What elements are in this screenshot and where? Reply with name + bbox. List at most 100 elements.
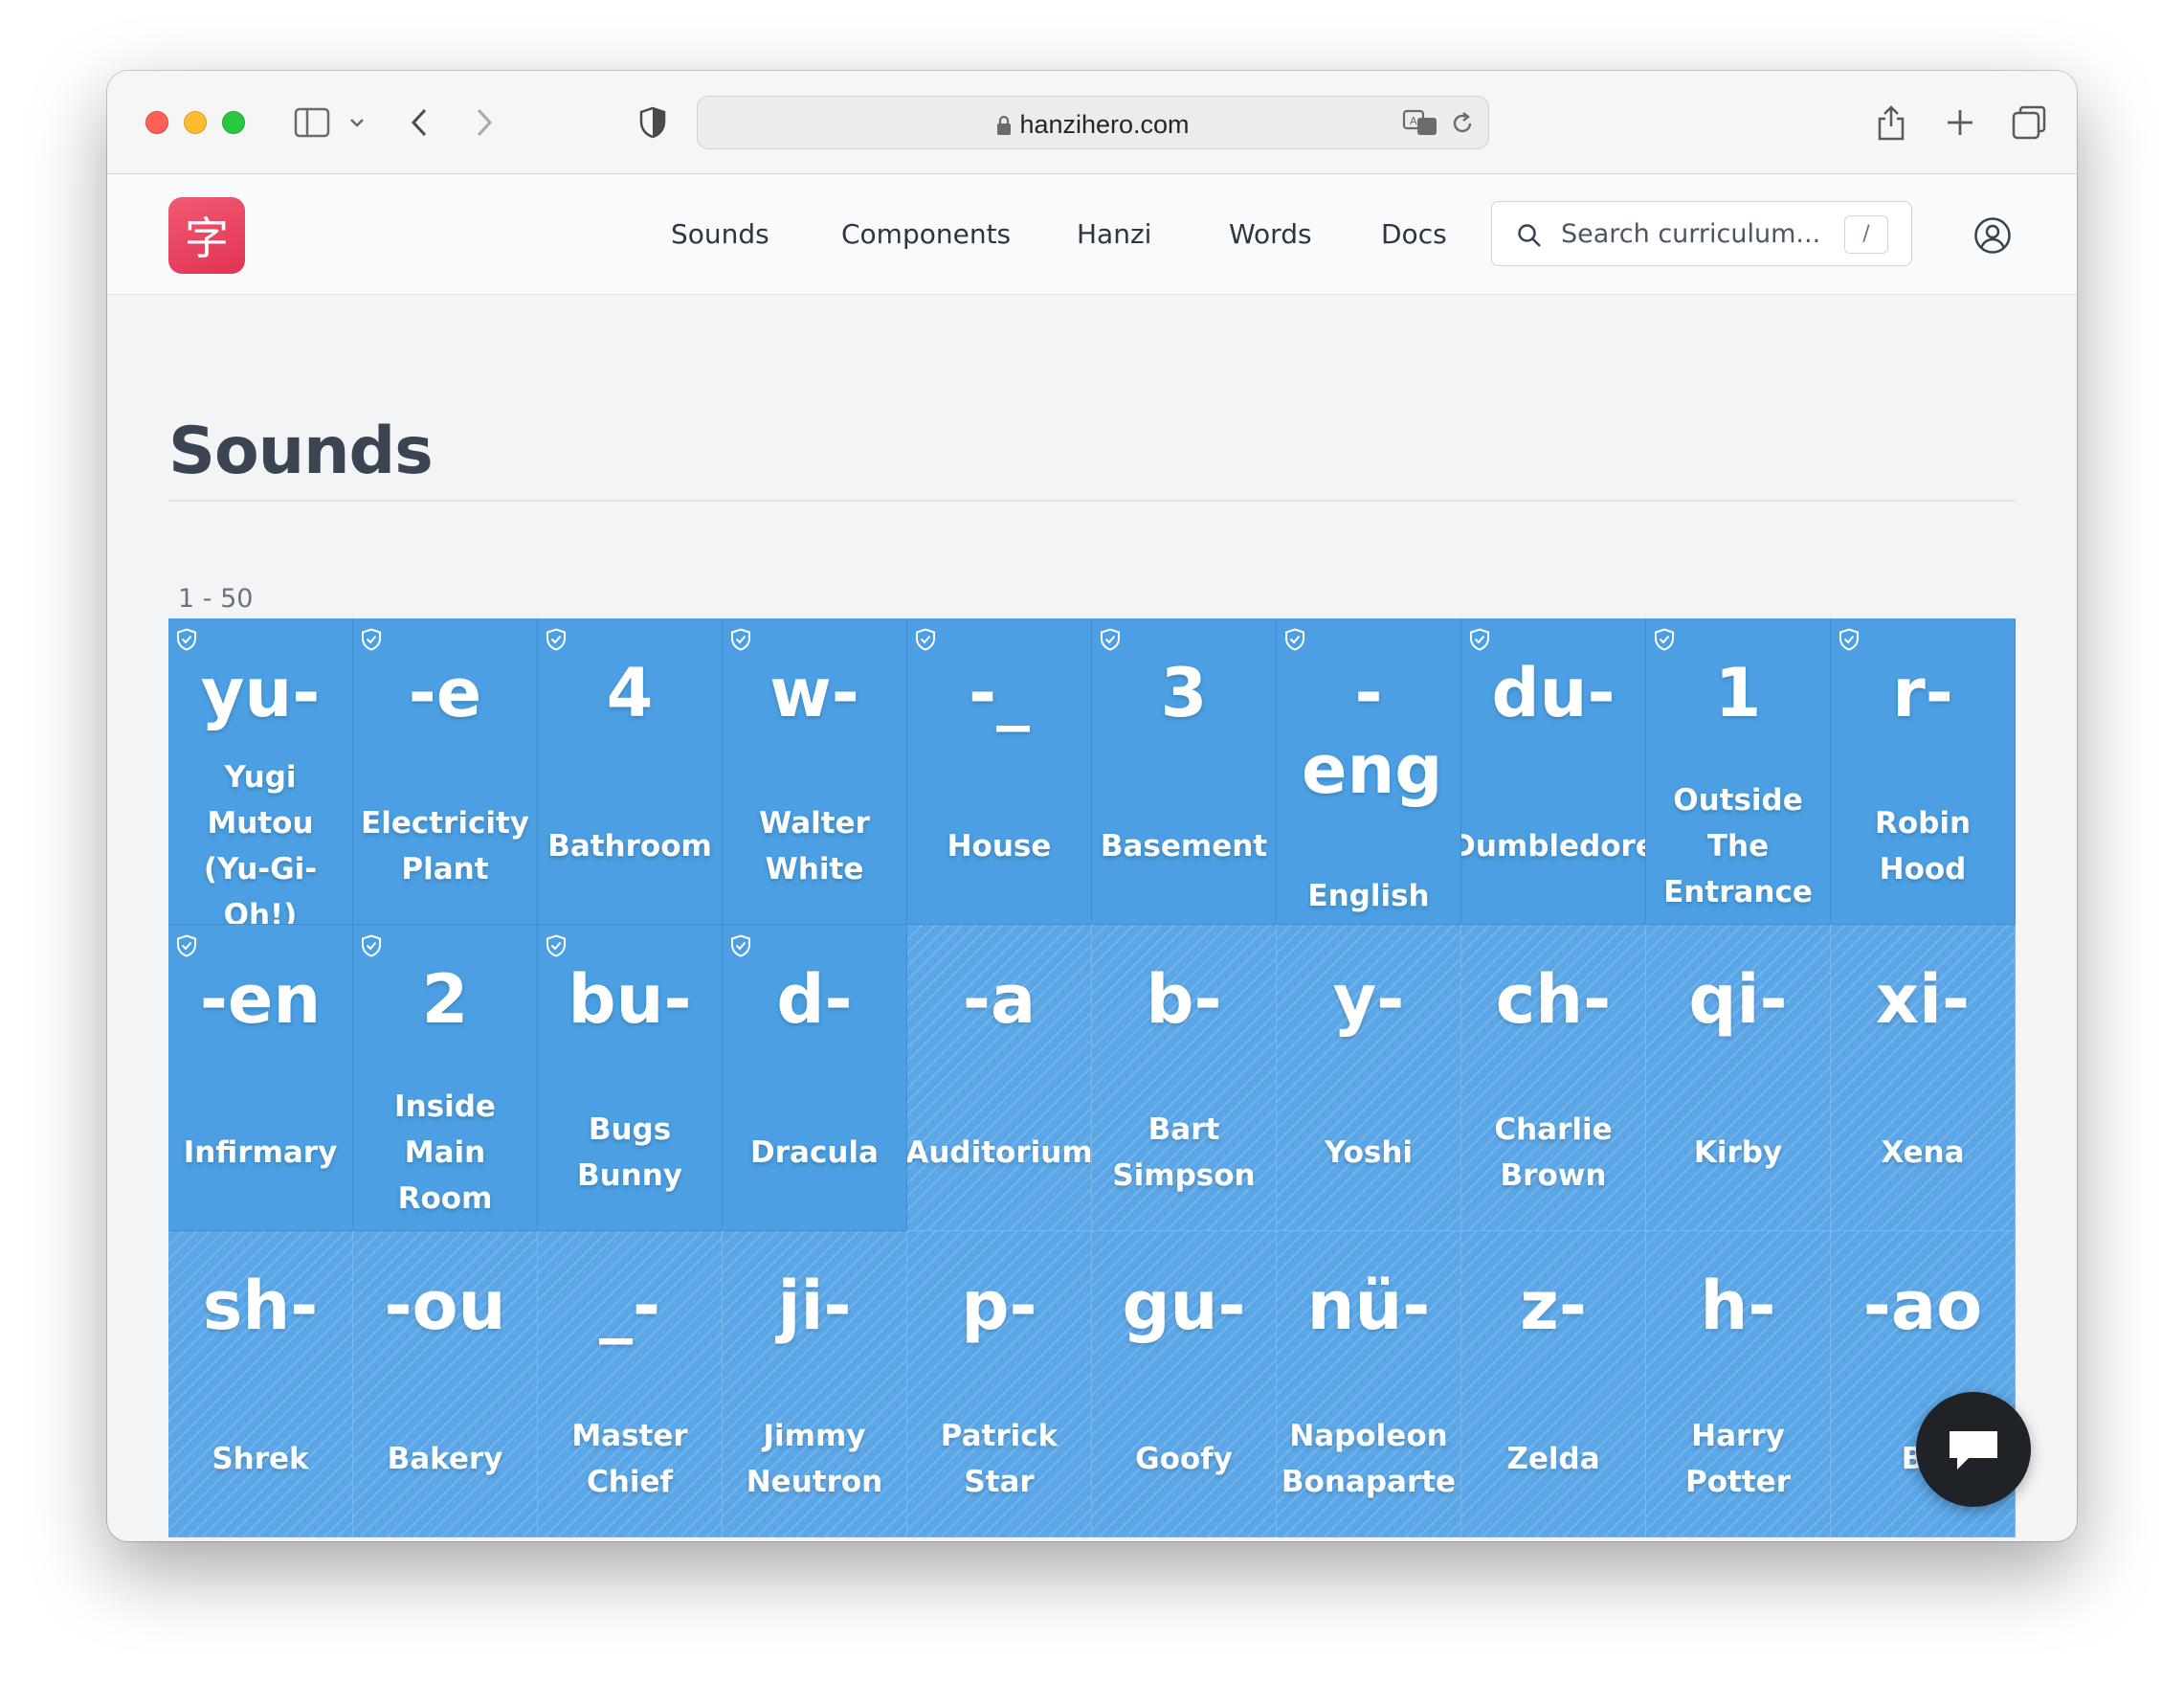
sound-symbol: ch-: [1495, 960, 1612, 1039]
sound-label-line: Simpson: [1112, 1158, 1256, 1193]
sound-label-line: Potter: [1685, 1465, 1791, 1499]
minimize-window-button[interactable]: [184, 111, 207, 134]
share-icon[interactable]: [1868, 100, 1914, 146]
sound-symbol: bu-: [568, 960, 692, 1039]
sound-card[interactable]: r- Robin Hood: [1831, 618, 2016, 925]
sound-label-line: Neutron: [746, 1465, 883, 1499]
sound-card[interactable]: -en Infirmary: [168, 925, 353, 1231]
sound-symbol: -ou: [384, 1267, 506, 1345]
site-logo[interactable]: 字: [168, 197, 245, 274]
forward-icon[interactable]: [461, 100, 507, 146]
chevron-down-icon[interactable]: [343, 100, 371, 146]
sound-label: Patrick Star: [907, 1413, 1091, 1537]
sound-label-line: The: [1706, 829, 1770, 864]
sound-card[interactable]: b- Bart Simpson: [1092, 925, 1277, 1231]
sound-label-line: Brown: [1500, 1158, 1607, 1193]
sound-symbol: du-: [1491, 654, 1616, 732]
sound-symbol: nü-: [1306, 1267, 1431, 1345]
sound-card[interactable]: ch- Charlie Brown: [1461, 925, 1646, 1231]
shield-check-icon: [176, 934, 197, 961]
sound-card[interactable]: y- Yoshi: [1277, 925, 1461, 1231]
sound-label-line: Bathroom: [547, 829, 712, 864]
nav-words[interactable]: Words: [1229, 218, 1312, 250]
sound-card[interactable]: -_ House: [907, 618, 1092, 925]
sound-card[interactable]: p- Patrick Star: [907, 1231, 1092, 1537]
sound-label: Basement: [1092, 823, 1276, 924]
site-header: 字 Sounds Components Hanzi Words Docs Sea…: [107, 174, 2077, 295]
sound-label-line: Harry: [1691, 1419, 1785, 1453]
sound-label: House: [907, 823, 1091, 924]
sound-label: Jimmy Neutron: [723, 1413, 906, 1537]
privacy-shield-icon[interactable]: [630, 100, 676, 146]
zoom-window-button[interactable]: [222, 111, 245, 134]
sound-card[interactable]: w- Walter White: [723, 618, 907, 925]
sound-label: Auditorium: [907, 1130, 1091, 1230]
sound-card[interactable]: 3 Basement: [1092, 618, 1277, 925]
sound-card[interactable]: d- Dracula: [723, 925, 907, 1231]
shield-check-icon: [176, 628, 197, 655]
sound-label-line: Bakery: [387, 1442, 503, 1476]
nav-hanzi[interactable]: Hanzi: [1077, 218, 1151, 250]
sound-card[interactable]: sh- Shrek: [168, 1231, 353, 1537]
sound-card[interactable]: -e Electricity Plant: [353, 618, 538, 925]
sound-card[interactable]: -eng English: [1277, 618, 1461, 925]
sound-card[interactable]: _- Master Chief: [538, 1231, 723, 1537]
search-shortcut-key: /: [1844, 215, 1888, 254]
user-account-icon[interactable]: [1973, 216, 2012, 258]
sound-label: Bakery: [353, 1436, 537, 1537]
sound-card[interactable]: -ou Bakery: [353, 1231, 538, 1537]
sound-card[interactable]: ji- Jimmy Neutron: [723, 1231, 907, 1537]
sound-card[interactable]: 2 Inside Main Room: [353, 925, 538, 1231]
sound-label: Bathroom: [538, 823, 722, 924]
sound-label-line: Inside: [394, 1089, 496, 1124]
sound-label: Kirby: [1646, 1130, 1830, 1230]
translate-icon[interactable]: A: [1402, 108, 1438, 141]
sound-label-line: Goofy: [1135, 1442, 1233, 1476]
sound-card[interactable]: 1 Outside The Entrance: [1646, 618, 1831, 925]
sound-label-line: Jimmy: [763, 1419, 866, 1453]
sound-card[interactable]: z- Zelda: [1461, 1231, 1646, 1537]
sound-card[interactable]: du- Dumbledore: [1461, 618, 1646, 925]
sound-symbol: -e: [408, 654, 482, 732]
back-icon[interactable]: [396, 100, 442, 146]
sound-label-line: Yoshi: [1324, 1135, 1414, 1170]
sound-label-line: Room: [397, 1181, 493, 1216]
sidebar-toggle-icon[interactable]: [289, 100, 335, 146]
sound-label-line: Auditorium: [907, 1135, 1092, 1170]
tab-overview-icon[interactable]: [2006, 100, 2052, 146]
sound-label-line: (Yu-Gi-: [203, 852, 318, 886]
shield-check-icon: [1284, 628, 1305, 655]
sound-card[interactable]: yu- Yugi Mutou (Yu-Gi- Oh!): [168, 618, 353, 925]
search-input[interactable]: Search curriculum... /: [1491, 201, 1912, 266]
new-tab-icon[interactable]: [1937, 100, 1983, 146]
sound-label: Dracula: [723, 1130, 906, 1230]
sound-card[interactable]: gu- Goofy: [1092, 1231, 1277, 1537]
address-bar[interactable]: hanzihero.com A: [697, 96, 1489, 149]
divider: [168, 500, 2016, 502]
reload-icon[interactable]: [1450, 110, 1475, 141]
nav-sounds[interactable]: Sounds: [671, 218, 769, 250]
shield-check-icon: [1654, 628, 1675, 655]
sound-card[interactable]: -a Auditorium: [907, 925, 1092, 1231]
nav-components[interactable]: Components: [841, 218, 1011, 250]
sound-card[interactable]: 4 Bathroom: [538, 618, 723, 925]
sound-card[interactable]: bu- Bugs Bunny: [538, 925, 723, 1231]
sound-label: Bart Simpson: [1092, 1107, 1276, 1230]
sound-card[interactable]: nü- Napoleon Bonaparte: [1277, 1231, 1461, 1537]
sound-label-line: Shrek: [212, 1442, 309, 1476]
close-window-button[interactable]: [145, 111, 168, 134]
lock-icon: [997, 115, 1012, 135]
sound-symbol: yu-: [200, 654, 321, 732]
nav-docs[interactable]: Docs: [1381, 218, 1447, 250]
range-label: 1 - 50: [178, 584, 254, 614]
sound-card[interactable]: xi- Xena: [1831, 925, 2016, 1231]
sound-label-line: Robin: [1874, 806, 1972, 841]
sound-label-line: Mutou: [207, 806, 314, 841]
sound-card[interactable]: h- Harry Potter: [1646, 1231, 1831, 1537]
sound-card[interactable]: qi- Kirby: [1646, 925, 1831, 1231]
sound-symbol: -en: [199, 960, 322, 1039]
sound-label: Bugs Bunny: [538, 1107, 722, 1230]
sound-label-line: Walter: [759, 806, 870, 841]
sound-symbol: 4: [606, 654, 654, 732]
chat-button[interactable]: [1916, 1392, 2031, 1507]
